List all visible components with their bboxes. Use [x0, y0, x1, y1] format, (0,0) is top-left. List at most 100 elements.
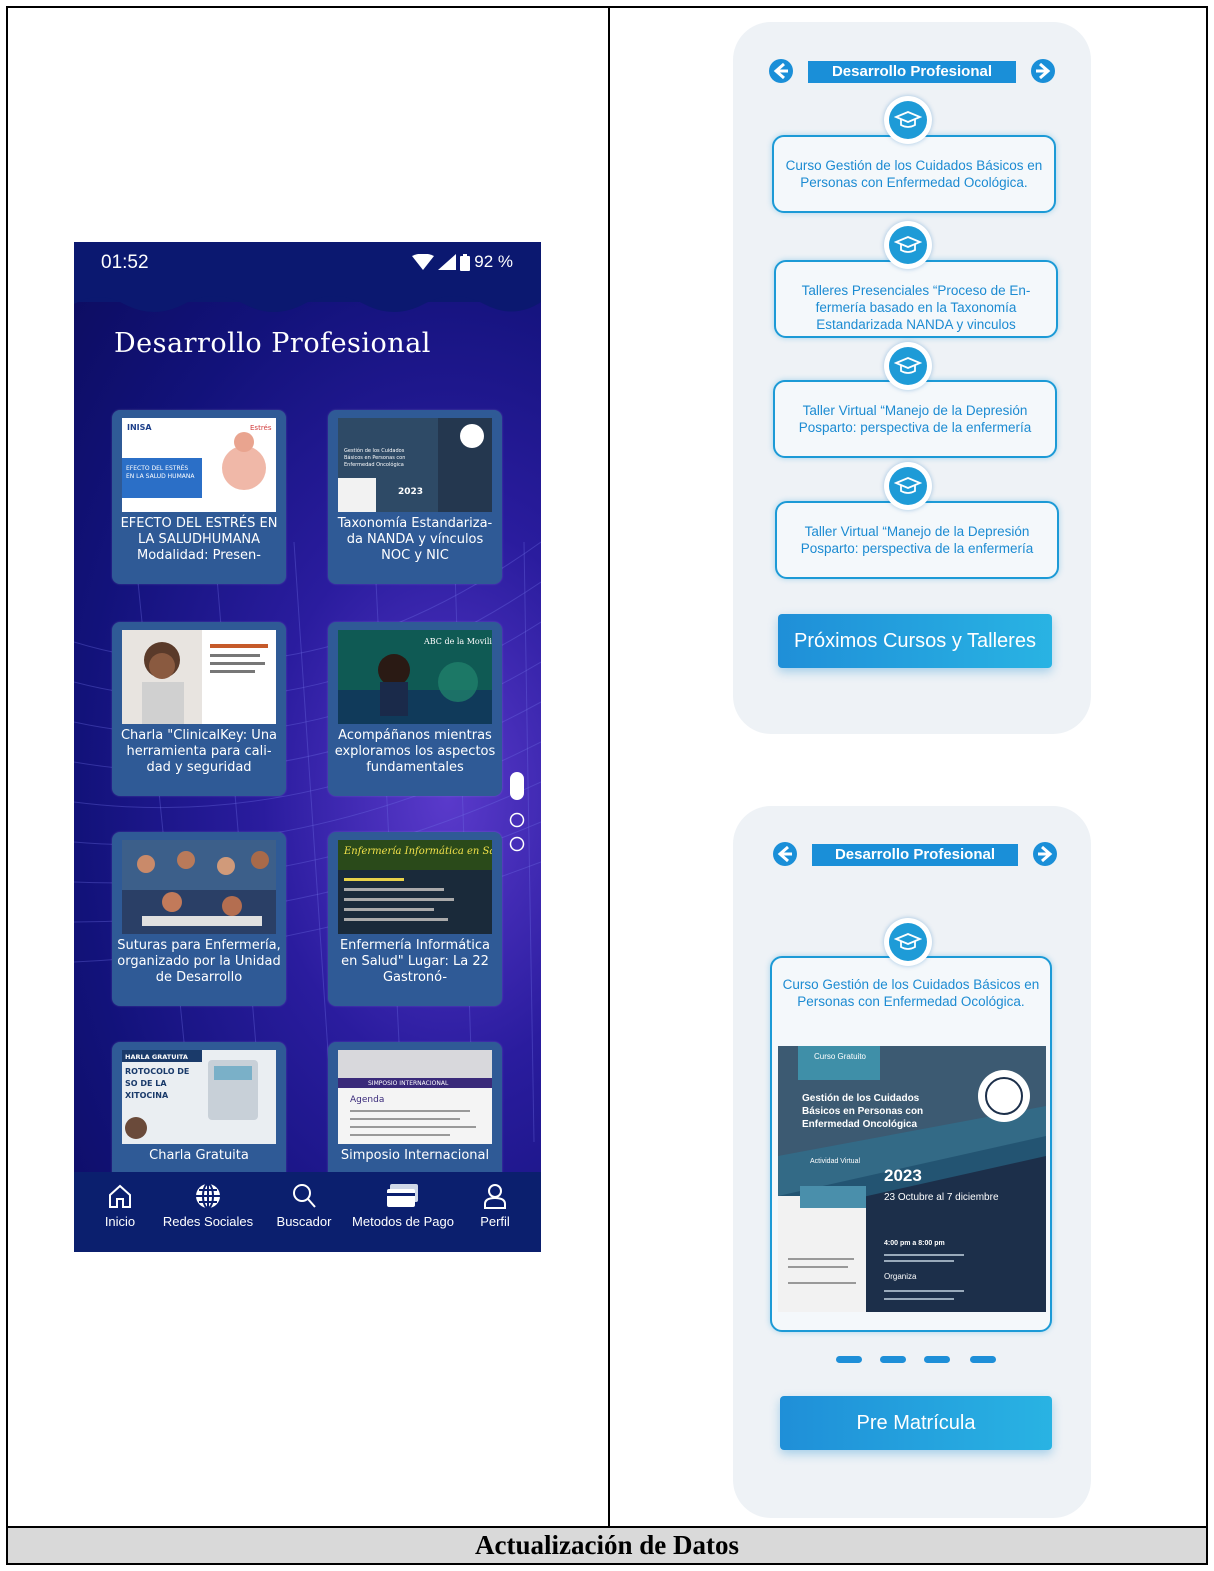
course-card[interactable]: Gestión de los Cuidados Básicos en Perso…: [328, 410, 502, 584]
header-wave: [74, 282, 541, 312]
thumb-title: ABC de la Movilidad Eléctrica: [423, 637, 492, 646]
card-caption: Taxonomía Estandariza-da NANDA y vínculo…: [337, 516, 493, 563]
course-item[interactable]: Curso Gestión de los Cuidados Básicos en…: [772, 135, 1056, 213]
poster-year: 2023: [884, 1166, 922, 1185]
section-header: Desarrollo Profesional: [808, 61, 1016, 83]
user-icon: [484, 1184, 506, 1209]
pre-enrollment-button[interactable]: Pre Matrícula: [780, 1396, 1052, 1450]
footer-title: Actualización de Datos: [8, 1528, 1206, 1563]
poster-time: 4:00 pm a 8:00 pm: [884, 1240, 945, 1247]
nav-label: Buscador: [276, 1214, 332, 1229]
signal-icon: [438, 254, 457, 270]
course-title: Taller Virtual “Manejo de la Depresión P…: [798, 403, 1032, 435]
svg-text:XITOCINA: XITOCINA: [125, 1091, 169, 1100]
home-icon: [109, 1184, 131, 1208]
thumb-sub: Agenda: [350, 1095, 384, 1105]
nav-label: Inicio: [104, 1214, 136, 1229]
nav-label: Metodos de Pago: [352, 1214, 454, 1229]
card-thumbnail: HARLA GRATUITA ROTOCOLO DE SO DE LA XITO…: [122, 1050, 276, 1144]
thumb-year: 2023: [398, 487, 423, 497]
poster-mode: Actividad Virtual: [809, 1158, 861, 1165]
nav-profile[interactable]: Perfil: [470, 1182, 520, 1229]
card-thumbnail: SIMPOSIO INTERNACIONAL Agenda: [338, 1050, 492, 1144]
search-icon: [293, 1184, 316, 1208]
battery-level: 92 %: [474, 252, 513, 271]
svg-text:EN LA SALUD HUMANA: EN LA SALUD HUMANA: [126, 473, 195, 480]
column-divider: [608, 6, 610, 1528]
course-card[interactable]: ABC de la Movilidad Eléctrica Acompáñano…: [328, 622, 502, 796]
battery-icon: [460, 253, 471, 271]
course-card[interactable]: Suturas para Enfermería, organizado por …: [112, 832, 286, 1006]
upcoming-courses-button[interactable]: Próximos Cursos y Talleres: [778, 614, 1052, 668]
nav-social[interactable]: Redes Sociales: [160, 1182, 256, 1229]
course-item[interactable]: Taller Virtual “Manejo de la Depresión P…: [775, 501, 1059, 579]
card-caption: EFECTO DEL ESTRÉS EN LA SALUDHUMANA Moda…: [120, 516, 278, 563]
svg-text:Enfermedad Oncológica: Enfermedad Oncológica: [344, 461, 404, 468]
card-caption: Acompáñanos mientras exploramos los aspe…: [334, 728, 496, 775]
carousel-dot[interactable]: [836, 1356, 862, 1363]
nav-payment[interactable]: Metodos de Pago: [350, 1182, 456, 1229]
thumb-tag: Estrés: [250, 424, 272, 432]
svg-text:HARLA GRATUITA: HARLA GRATUITA: [125, 1053, 188, 1061]
graduation-cap-icon: [884, 96, 932, 144]
wifi-icon: [412, 254, 435, 270]
course-item[interactable]: Talleres Presenciales “Proceso de En-fer…: [774, 260, 1058, 338]
poster-dates: 23 Octubre al 7 diciembre: [884, 1192, 999, 1203]
arrow-left-icon[interactable]: [768, 58, 794, 84]
course-title: Curso Gestión de los Cuidados Básicos en…: [782, 977, 1040, 1009]
carousel-dot[interactable]: [880, 1356, 906, 1363]
arrow-right-icon[interactable]: [1032, 841, 1058, 867]
course-card[interactable]: HARLA GRATUITA ROTOCOLO DE SO DE LA XITO…: [112, 1042, 286, 1182]
carousel-dot[interactable]: [924, 1356, 950, 1363]
card-caption: Simposio Internacional: [340, 1148, 490, 1163]
card-icon: [387, 1184, 418, 1207]
thumb-brand: INISA: [127, 423, 152, 432]
svg-text:SO DE LA: SO DE LA: [125, 1079, 167, 1088]
course-card[interactable]: INISA EFECTO DEL ESTRÉS EN LA SALUD HUMA…: [112, 410, 286, 584]
card-thumbnail: Gestión de los Cuidados Básicos en Perso…: [338, 418, 492, 512]
status-icons: 92 %: [412, 252, 513, 272]
poster-tag: Curso Gratuito: [813, 1052, 867, 1061]
arrow-left-icon[interactable]: [772, 841, 798, 867]
card-thumbnail: Enfermería Informática en Salud: [338, 840, 492, 934]
nav-label: Redes Sociales: [162, 1214, 254, 1229]
card-caption: Charla Gratuita: [149, 1148, 249, 1163]
thumb-title: SIMPOSIO INTERNACIONAL: [368, 1080, 449, 1087]
card-thumbnail: INISA EFECTO DEL ESTRÉS EN LA SALUD HUMA…: [122, 418, 276, 512]
card-thumbnail: [122, 630, 276, 724]
thumb-title: Enfermería Informática en Salud: [343, 846, 492, 857]
svg-text:Gestión de los Cuidados: Gestión de los Cuidados: [344, 447, 405, 454]
carousel-dot[interactable]: [970, 1356, 996, 1363]
nav-search[interactable]: Buscador: [270, 1182, 338, 1229]
svg-text:EFECTO DEL ESTRÉS: EFECTO DEL ESTRÉS: [126, 464, 188, 472]
nav-home[interactable]: Inicio: [94, 1182, 146, 1229]
course-card[interactable]: Charla "ClinicalKey: Una herramienta par…: [112, 622, 286, 796]
poster-title: Gestión de los Cuidados Básicos en Perso…: [802, 1093, 924, 1130]
graduation-cap-icon: [884, 462, 932, 510]
course-title: Taller Virtual “Manejo de la Depresión P…: [800, 524, 1034, 556]
svg-text:ROTOCOLO DE: ROTOCOLO DE: [125, 1067, 189, 1076]
course-item[interactable]: Taller Virtual “Manejo de la Depresión P…: [773, 380, 1057, 458]
graduation-cap-icon: [884, 918, 932, 966]
arrow-right-icon[interactable]: [1030, 58, 1056, 84]
status-time: 01:52: [101, 252, 149, 273]
graduation-cap-icon: [884, 221, 932, 269]
card-thumbnail: ABC de la Movilidad Eléctrica: [338, 630, 492, 724]
course-card[interactable]: SIMPOSIO INTERNACIONAL Agenda Simposio I…: [328, 1042, 502, 1182]
card-caption: Suturas para Enfermería, organizado por …: [117, 938, 281, 985]
card-caption: Enfermería Informática en Salud" Lugar: …: [339, 938, 491, 985]
course-card[interactable]: Enfermería Informática en Salud Enfermer…: [328, 832, 502, 1006]
page-indicator[interactable]: [508, 772, 526, 852]
graduation-cap-icon: [884, 342, 932, 390]
card-caption: Charla "ClinicalKey: Una herramienta par…: [120, 728, 278, 775]
nav-label: Perfil: [480, 1214, 510, 1229]
globe-icon: [196, 1183, 220, 1209]
course-title: Talleres Presenciales “Proceso de En-fer…: [801, 283, 1031, 332]
bottom-navigation: Inicio Redes Sociales Buscador Metodos d…: [74, 1172, 541, 1252]
course-title: Curso Gestión de los Cuidados Básicos en…: [785, 158, 1043, 190]
card-thumbnail: [122, 840, 276, 934]
phone-screen: 01:52 92 % Desarrollo Profesional INISA …: [74, 242, 541, 1252]
course-poster: Curso Gratuito Gestión de los Cuidados B…: [778, 1046, 1046, 1312]
section-header: Desarrollo Profesional: [812, 844, 1018, 866]
page-title: Desarrollo Profesional: [114, 328, 431, 359]
